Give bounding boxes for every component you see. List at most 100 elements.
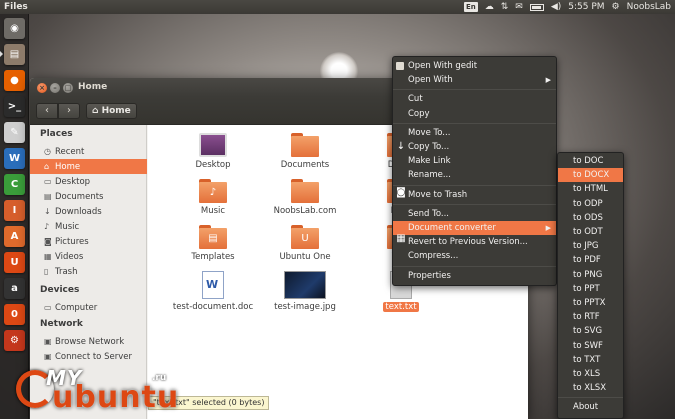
menu-item-to-svg[interactable]: to SVG — [558, 324, 623, 338]
minimize-button[interactable]: – — [50, 83, 60, 93]
cloud-icon[interactable]: ☁ — [485, 0, 494, 14]
launcher-impress-icon[interactable]: I — [4, 200, 25, 221]
keyboard-icon[interactable]: En — [463, 2, 478, 12]
back-button[interactable]: ‹ — [36, 103, 58, 119]
menu-separator — [393, 184, 556, 186]
computer-icon: ▭ — [44, 303, 52, 312]
file-item-test-image-jpg[interactable]: test-image.jpg — [260, 271, 350, 312]
menu-item-compress[interactable]: Compress... — [393, 249, 556, 263]
sidebar-item-label: Trash — [55, 267, 78, 277]
file-name-label: Ubuntu One — [279, 252, 331, 262]
file-item-desktop[interactable]: Desktop — [168, 133, 258, 170]
menu-item-label: to ODS — [573, 212, 603, 223]
clock-text[interactable]: 5:55 PM — [568, 0, 604, 14]
launcher-ubuntu-one-icon[interactable]: U — [4, 252, 25, 273]
menu-item-label: to DOCX — [573, 170, 610, 181]
mail-icon[interactable]: ✉ — [515, 0, 523, 14]
sidebar-item-computer[interactable]: ▭ Computer — [30, 300, 147, 315]
menu-item-to-png[interactable]: to PNG — [558, 268, 623, 282]
menu-item-open-with[interactable]: Open With ▶ — [393, 73, 556, 87]
file-item-noobslab-com[interactable]: NoobsLab.com — [260, 179, 350, 216]
menu-item-about[interactable]: About — [558, 400, 623, 414]
launcher-software-center-icon[interactable]: A — [4, 226, 25, 247]
sidebar-item-trash[interactable]: ▯ Trash — [30, 264, 147, 279]
menu-item-move-to-trash[interactable]: Move to Trash — [393, 188, 556, 202]
menu-item-to-jpg[interactable]: to JPG — [558, 239, 623, 253]
file-item-documents[interactable]: Documents — [260, 133, 350, 170]
user-name[interactable]: NoobsLab — [627, 0, 671, 14]
menu-item-revert-to-previous-version[interactable]: Revert to Previous Version... — [393, 235, 556, 249]
folder-emblem-icon: ♪ — [209, 187, 217, 198]
sidebar-item-label: Browse Network — [55, 337, 125, 347]
launcher-firefox-icon[interactable]: ● — [4, 70, 25, 91]
menu-item-to-ppt[interactable]: to PPT — [558, 282, 623, 296]
menu-item-label: Revert to Previous Version... — [408, 237, 528, 248]
sidebar-item-videos[interactable]: ▦ Videos — [30, 249, 147, 264]
menu-item-copy[interactable]: Copy — [393, 107, 556, 121]
sidebar-item-browse-network[interactable]: ▣ Browse Network — [30, 334, 147, 349]
sidebar-heading-network: Network — [40, 319, 83, 329]
sidebar-item-label: Downloads — [55, 207, 102, 217]
menu-item-open-with-gedit[interactable]: Open With gedit — [393, 59, 556, 73]
file-item-music[interactable]: ♪ Music — [168, 179, 258, 216]
menu-item-rename[interactable]: Rename... — [393, 168, 556, 182]
launcher-terminal-icon[interactable]: >_ — [4, 96, 25, 117]
file-item-test-document-doc[interactable]: test-document.doc — [168, 271, 258, 312]
file-name-label: test-image.jpg — [274, 302, 336, 312]
menu-item-to-ods[interactable]: to ODS — [558, 211, 623, 225]
launcher-writer-icon[interactable]: W — [4, 148, 25, 169]
launcher-calc-icon[interactable]: C — [4, 174, 25, 195]
launcher-system-settings-icon[interactable]: ⚙ — [4, 330, 25, 351]
menu-item-to-html[interactable]: to HTML — [558, 182, 623, 196]
menu-item-to-xls[interactable]: to XLS — [558, 367, 623, 381]
menu-item-to-odp[interactable]: to ODP — [558, 197, 623, 211]
sidebar-item-connect-to-server[interactable]: ▣ Connect to Server — [30, 349, 147, 364]
context-menu: Open With gedit Open With ▶ Cut Copy Move To.… — [392, 56, 557, 286]
launcher-files-icon[interactable]: ▤ — [4, 44, 25, 65]
battery-icon[interactable] — [529, 3, 544, 11]
menu-item-to-doc[interactable]: to DOC — [558, 154, 623, 168]
menu-item-properties[interactable]: Properties — [393, 269, 556, 283]
menu-item-to-pdf[interactable]: to PDF — [558, 253, 623, 267]
launcher-amazon-icon[interactable]: a — [4, 278, 25, 299]
launcher-dash-home-icon[interactable]: ◉ — [4, 18, 25, 39]
forward-button[interactable]: › — [58, 103, 80, 119]
clock-icon: ◷ — [44, 147, 51, 156]
file-item-templates[interactable]: ▤ Templates — [168, 225, 258, 262]
launcher-text-editor-icon[interactable]: ✎ — [4, 122, 25, 143]
network-icon[interactable]: ⇅ — [501, 0, 509, 14]
menu-item-cut[interactable]: Cut — [393, 92, 556, 106]
menu-item-to-odt[interactable]: to ODT — [558, 225, 623, 239]
path-bar-home-button[interactable]: ⌂ Home — [86, 103, 137, 119]
sidebar-item-music[interactable]: ♪ Music — [30, 219, 147, 234]
menu-item-to-docx[interactable]: to DOCX — [558, 168, 623, 183]
menu-item-to-xlsx[interactable]: to XLSX — [558, 381, 623, 395]
menu-item-label: to PDF — [573, 255, 601, 266]
sidebar-item-downloads[interactable]: ↓ Downloads — [30, 204, 147, 219]
sidebar-item-documents[interactable]: ▤ Documents — [30, 189, 147, 204]
sidebar-item-home[interactable]: ⌂ Home — [30, 159, 147, 174]
maximize-button[interactable]: □ — [63, 83, 73, 93]
sidebar-item-pictures[interactable]: ◙ Pictures — [30, 234, 147, 249]
folder-emblem-icon: ◙ — [396, 187, 406, 198]
menu-item-send-to[interactable]: Send To... — [393, 207, 556, 221]
menu-item-copy-to[interactable]: Copy To... — [393, 140, 556, 154]
sidebar-item-desktop[interactable]: ▭ Desktop — [30, 174, 147, 189]
sidebar-item-recent[interactable]: ◷ Recent — [30, 144, 147, 159]
close-button[interactable]: × — [37, 83, 47, 93]
menu-item-to-swf[interactable]: to SWF — [558, 339, 623, 353]
top-panel: Files En ☁ ⇅ ✉ ◀) 5:55 PM ⚙ NoobsLab — [0, 0, 675, 14]
menu-item-document-converter[interactable]: Document converter ▶ — [393, 221, 556, 235]
volume-icon[interactable]: ◀) — [551, 0, 561, 14]
menu-item-to-rtf[interactable]: to RTF — [558, 310, 623, 324]
menu-item-make-link[interactable]: Make Link — [393, 154, 556, 168]
watermark-tld: .ru — [152, 373, 167, 383]
menu-item-to-txt[interactable]: to TXT — [558, 353, 623, 367]
file-item-ubuntu-one[interactable]: U Ubuntu One — [260, 225, 350, 262]
launcher-ubuntu-one-music-icon[interactable]: 0 — [4, 304, 25, 325]
menu-item-to-pptx[interactable]: to PPTX — [558, 296, 623, 310]
gear-icon[interactable]: ⚙ — [612, 0, 620, 14]
menu-item-label: Copy To... — [408, 142, 450, 152]
menu-item-move-to[interactable]: Move To... — [393, 126, 556, 140]
sidebar-item-label: Connect to Server — [55, 352, 132, 362]
